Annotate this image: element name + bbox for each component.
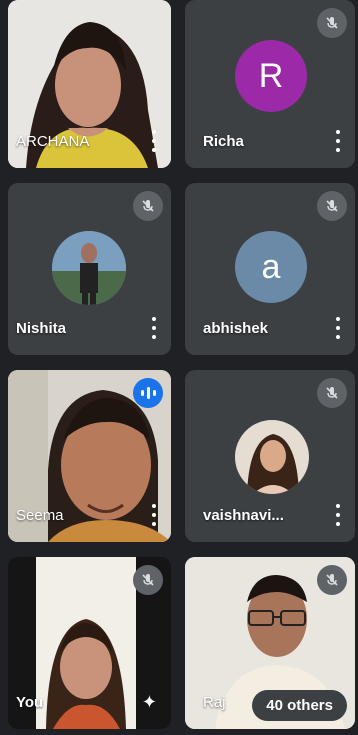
mic-off-icon <box>317 565 347 595</box>
mic-off-icon <box>133 565 163 595</box>
more-vert-icon[interactable] <box>335 317 341 339</box>
avatar <box>235 420 309 494</box>
participant-tile-abhishek[interactable]: a abhishek <box>185 183 355 355</box>
participant-name: vaishnavi... <box>203 507 284 524</box>
participant-name: Nishita <box>16 320 67 337</box>
participant-name: Richa <box>203 133 244 150</box>
participant-tile-self[interactable]: You ✦ <box>8 557 171 729</box>
others-button[interactable]: 40 others <box>252 690 347 721</box>
more-vert-icon[interactable] <box>151 130 157 152</box>
more-vert-icon[interactable] <box>335 504 341 526</box>
mic-off-icon <box>133 191 163 221</box>
mic-off-icon <box>317 8 347 38</box>
participant-name: You <box>16 694 44 711</box>
more-vert-icon[interactable] <box>151 317 157 339</box>
participant-tile-nishita[interactable]: Nishita <box>8 183 171 355</box>
audio-wave-icon <box>133 378 163 408</box>
more-vert-icon[interactable] <box>335 130 341 152</box>
avatar <box>52 231 126 305</box>
participant-tile-vaishnavi[interactable]: vaishnavi... <box>185 370 355 542</box>
sparkle-icon[interactable]: ✦ <box>142 692 157 713</box>
avatar: a <box>235 231 307 303</box>
participant-name: abhishek <box>203 320 269 337</box>
mic-off-icon <box>317 378 347 408</box>
participant-tile-richa[interactable]: R Richa <box>185 0 355 168</box>
participant-name: ARCHANA <box>16 133 90 150</box>
mic-off-icon <box>317 191 347 221</box>
participant-tile-archana[interactable]: ARCHANA <box>8 0 171 168</box>
participant-name: Raj <box>203 694 226 711</box>
avatar: R <box>235 40 307 112</box>
more-vert-icon[interactable] <box>151 504 157 526</box>
participant-grid: ARCHANA R Richa Nishita a abhishek Seema… <box>0 0 358 735</box>
participant-tile-raj[interactable]: Raj 40 others <box>185 557 355 729</box>
participant-name: Seema <box>16 507 64 524</box>
participant-tile-seema[interactable]: Seema <box>8 370 171 542</box>
